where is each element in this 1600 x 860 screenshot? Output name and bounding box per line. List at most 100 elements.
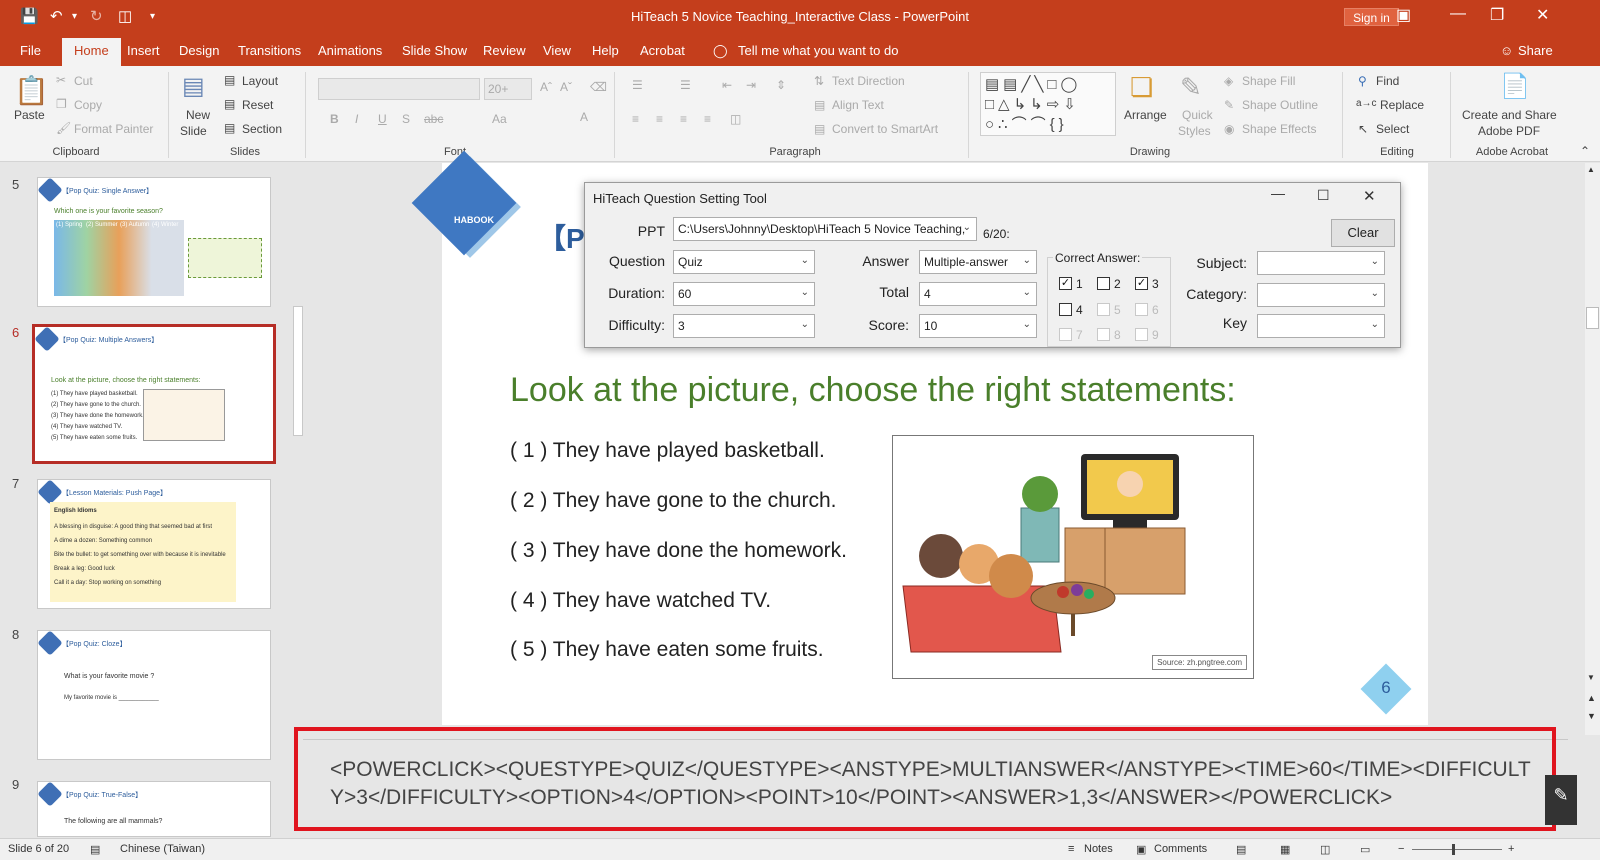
tab-file[interactable]: File <box>20 43 41 58</box>
duration-select[interactable]: 60 ⌄ <box>673 282 815 306</box>
dialog-close-button[interactable]: ✕ <box>1363 187 1376 205</box>
zoom-out-button[interactable]: − <box>1398 843 1404 855</box>
slide-scrollbar[interactable]: ▲ ▼ ▲ ▼ <box>1585 163 1600 735</box>
font-name-input[interactable] <box>318 78 480 100</box>
collapse-ribbon-icon[interactable]: ⌃ <box>1580 144 1590 158</box>
slide-sorter-icon[interactable]: ▦ <box>1280 843 1290 856</box>
strikethrough-button[interactable]: abc <box>424 112 443 126</box>
maximize-button[interactable]: ❐ <box>1490 5 1504 25</box>
shape-effects-button[interactable]: Shape Effects <box>1242 122 1317 136</box>
paste-icon[interactable]: 📋 <box>14 74 49 107</box>
option-checkbox-1[interactable]: ✓ <box>1059 277 1072 290</box>
font-size-input[interactable]: 20+ <box>484 78 532 100</box>
close-button[interactable]: ✕ <box>1536 5 1549 25</box>
tab-animations[interactable]: Animations <box>318 43 382 58</box>
shape-outline-icon[interactable]: ✎ <box>1224 98 1234 112</box>
ribbon-display-icon[interactable]: ▣ <box>1396 5 1411 25</box>
italic-button[interactable]: I <box>355 112 358 126</box>
cut-button[interactable]: Cut <box>74 74 93 88</box>
zoom-in-button[interactable]: + <box>1508 843 1514 855</box>
reset-button[interactable]: Reset <box>242 98 273 112</box>
tab-home[interactable]: Home <box>62 38 121 66</box>
tab-slide-show[interactable]: Slide Show <box>402 43 467 58</box>
difficulty-select[interactable]: 3 ⌄ <box>673 314 815 338</box>
quick-styles-label[interactable]: Styles <box>1178 124 1211 138</box>
format-painter-button[interactable]: Format Painter <box>74 122 153 136</box>
score-select[interactable]: 10 ⌄ <box>919 314 1037 338</box>
tell-me-search[interactable]: Tell me what you want to do <box>738 43 898 58</box>
slide-thumbnail-6[interactable]: 【Pop Quiz: Multiple Answers】 Look at the… <box>32 324 276 464</box>
option-checkbox-3[interactable]: ✓ <box>1135 277 1148 290</box>
shadow-button[interactable]: S <box>402 112 410 126</box>
clear-formatting-icon[interactable]: ⌫ <box>590 80 607 94</box>
comments-button[interactable]: Comments <box>1154 843 1207 855</box>
scrollbar-thumb[interactable] <box>1586 307 1599 329</box>
tab-view[interactable]: View <box>543 43 571 58</box>
text-direction-button[interactable]: Text Direction <box>832 74 905 88</box>
tab-insert[interactable]: Insert <box>127 43 160 58</box>
font-color-icon[interactable]: A <box>580 110 588 124</box>
cut-icon[interactable]: ✂ <box>56 73 66 87</box>
tab-review[interactable]: Review <box>483 43 526 58</box>
convert-smartart-button[interactable]: Convert to SmartArt <box>832 122 938 136</box>
minimize-button[interactable]: — <box>1450 5 1466 23</box>
total-options-select[interactable]: 4 ⌄ <box>919 282 1037 306</box>
find-button[interactable]: Find <box>1376 74 1399 88</box>
align-text-icon[interactable]: ▤ <box>814 98 825 112</box>
scroll-up-icon[interactable]: ▲ <box>1587 165 1595 174</box>
find-icon[interactable]: ⚲ <box>1358 74 1367 88</box>
normal-view-icon[interactable]: ▤ <box>1236 843 1246 856</box>
layout-button[interactable]: Layout <box>242 74 278 88</box>
select-button[interactable]: Select <box>1376 122 1409 136</box>
slide-thumbnail-7[interactable]: 【Lesson Materials: Push Page】 English Id… <box>37 479 271 609</box>
underline-button[interactable]: U <box>378 112 387 126</box>
bullets-icon[interactable]: ☰ <box>632 78 643 92</box>
next-slide-icon[interactable]: ▼ <box>1587 711 1596 721</box>
new-slide-button[interactable]: New <box>186 108 210 122</box>
shape-effects-icon[interactable]: ◉ <box>1224 122 1234 136</box>
previous-slide-icon[interactable]: ▲ <box>1587 693 1596 703</box>
category-select[interactable]: ⌄ <box>1257 283 1385 307</box>
shape-fill-button[interactable]: Shape Fill <box>1242 74 1295 88</box>
select-icon[interactable]: ↖ <box>1358 122 1368 136</box>
paste-button[interactable]: Paste <box>14 108 45 122</box>
hiteach-pen-icon[interactable]: ✎ <box>1545 775 1577 825</box>
option-checkbox-4[interactable] <box>1059 303 1072 316</box>
align-left-icon[interactable]: ≡ <box>632 112 639 126</box>
section-button[interactable]: Section <box>242 122 282 136</box>
zoom-slider-handle[interactable] <box>1452 844 1455 855</box>
copy-button[interactable]: Copy <box>74 98 102 112</box>
quick-styles-button[interactable]: Quick <box>1182 108 1213 122</box>
option-checkbox-2[interactable] <box>1097 277 1110 290</box>
shape-fill-icon[interactable]: ◈ <box>1224 74 1233 88</box>
reading-view-icon[interactable]: ◫ <box>1320 843 1330 856</box>
tab-acrobat[interactable]: Acrobat <box>640 43 685 58</box>
bold-button[interactable]: B <box>330 112 339 126</box>
language-indicator[interactable]: Chinese (Taiwan) <box>120 843 205 855</box>
decrease-indent-icon[interactable]: ⇤ <box>722 78 732 92</box>
new-slide-icon[interactable]: ▤ <box>182 72 205 101</box>
ppt-path-select[interactable]: C:\Users\Johnny\Desktop\HiTeach 5 Novice… <box>673 217 977 241</box>
change-case-button[interactable]: Aa <box>492 112 507 126</box>
format-painter-icon[interactable]: 🖌 <box>56 121 71 135</box>
zoom-slider[interactable] <box>1412 849 1502 850</box>
increase-indent-icon[interactable]: ⇥ <box>746 78 756 92</box>
text-direction-icon[interactable]: ⇅ <box>814 74 824 88</box>
dialog-minimize-button[interactable]: — <box>1271 185 1285 201</box>
copy-icon[interactable]: ❐ <box>56 97 67 111</box>
numbering-icon[interactable]: ☰ <box>680 78 691 92</box>
sign-in-button[interactable]: Sign in <box>1344 8 1399 26</box>
key-select[interactable]: ⌄ <box>1257 314 1385 338</box>
smartart-icon[interactable]: ▤ <box>814 122 825 136</box>
clear-button[interactable]: Clear <box>1331 219 1395 247</box>
arrange-icon[interactable]: ❏ <box>1130 72 1153 103</box>
scroll-down-icon[interactable]: ▼ <box>1587 673 1595 682</box>
justify-icon[interactable]: ≡ <box>704 112 711 126</box>
align-text-button[interactable]: Align Text <box>832 98 884 112</box>
increase-font-icon[interactable]: Aˆ <box>540 80 552 94</box>
spellcheck-icon[interactable]: ▤ <box>90 843 100 856</box>
adobe-pdf-icon[interactable]: 📄 <box>1500 72 1530 101</box>
slide-show-icon[interactable]: ▭ <box>1360 843 1370 856</box>
replace-icon[interactable]: a→c <box>1356 98 1377 109</box>
columns-icon[interactable]: ◫ <box>730 112 741 126</box>
